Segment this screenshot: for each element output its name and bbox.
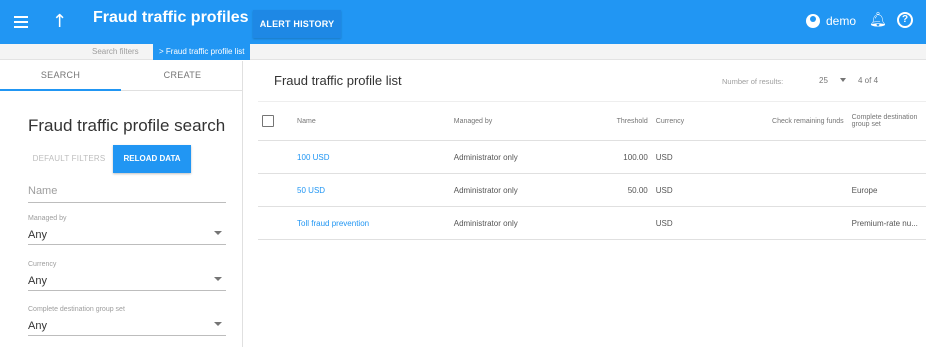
chevron-down-icon [214,277,222,281]
account-circle-icon[interactable] [806,14,820,28]
table-header-row: Name Managed by Threshold Currency Check… [258,101,926,141]
currency-value: Any [28,275,47,287]
search-panel-tabs: SEARCH CREATE [0,61,243,91]
select-all-cell [258,101,294,141]
results-label: Number of results: [722,77,784,86]
profile-name-link[interactable]: Toll fraud prevention [293,206,450,240]
results-per-page-select[interactable]: 25 [819,76,828,85]
managed-by-cell: Administrator only [449,140,584,174]
default-filters-button[interactable]: DEFAULT FILTERS [30,146,108,172]
column-destination-group-set[interactable]: Complete destination group set [847,101,926,141]
column-currency[interactable]: Currency [651,101,724,141]
reload-data-button[interactable]: RELOAD DATA [113,145,191,173]
table-row[interactable]: Toll fraud prevention Administrator only… [258,206,926,240]
arrow-up-icon[interactable]: ↑ [52,11,67,32]
column-threshold[interactable]: Threshold [583,101,652,141]
table-row[interactable]: 50 USD Administrator only 50.00 USD Euro… [258,173,926,207]
column-name[interactable]: Name [293,101,450,141]
checkbox-icon[interactable] [262,115,274,127]
tab-search[interactable]: SEARCH [0,61,121,91]
search-panel: SEARCH CREATE Fraud traffic profile sear… [0,61,243,347]
managed-by-value: Any [28,229,47,241]
bell-icon[interactable]: 🔔︎ [869,12,887,28]
destination-group-set-cell: Premium-rate nu... [847,206,926,240]
check-funds-cell [723,140,848,174]
managed-by-cell: Administrator only [449,206,584,240]
menu-icon[interactable] [14,13,32,31]
breadcrumb: Search filters > Fraud traffic profile l… [0,44,926,60]
check-funds-cell [723,173,848,207]
currency-cell: USD [651,140,724,174]
threshold-cell: 100.00 [583,140,652,174]
chevron-down-icon[interactable] [840,78,846,82]
help-icon[interactable]: ? [897,12,913,28]
destination-group-set-value: Any [28,320,47,332]
tab-create[interactable]: CREATE [122,61,243,91]
top-app-bar: ↑ Fraud traffic profiles ALERT HISTORY d… [0,0,926,44]
page-title: Fraud traffic profiles [93,9,249,26]
currency-label: Currency [28,261,57,268]
threshold-cell: 50.00 [583,173,652,207]
profile-name-link[interactable]: 100 USD [293,140,450,174]
profile-name-link[interactable]: 50 USD [293,173,450,207]
managed-by-label: Managed by [28,215,67,222]
breadcrumb-parent[interactable]: Search filters [92,47,139,56]
results-table: Name Managed by Threshold Currency Check… [258,101,926,240]
user-name[interactable]: demo [826,14,856,28]
destination-group-set-select[interactable]: Complete destination group set Any [28,306,226,336]
destination-group-set-cell: Europe [847,173,926,207]
chevron-down-icon [214,322,222,326]
alert-history-button[interactable]: ALERT HISTORY [253,10,341,38]
search-panel-title: Fraud traffic profile search [28,116,226,135]
currency-select[interactable]: Currency Any [28,261,226,291]
breadcrumb-current: > Fraud traffic profile list [153,44,251,60]
currency-cell: USD [651,173,724,207]
column-managed-by[interactable]: Managed by [449,101,584,141]
list-title: Fraud traffic profile list [274,73,402,88]
destination-group-set-cell [847,140,926,174]
results-count: 4 of 4 [858,76,879,85]
managed-by-cell: Administrator only [449,173,584,207]
table-row[interactable]: 100 USD Administrator only 100.00 USD [258,140,926,174]
currency-cell: USD [651,206,724,240]
check-funds-cell [723,206,848,240]
chevron-down-icon [214,231,222,235]
managed-by-select[interactable]: Managed by Any [28,215,226,245]
name-input[interactable]: Name [28,181,226,203]
destination-group-set-label: Complete destination group set [28,306,125,313]
threshold-cell [583,206,652,240]
results-panel: Fraud traffic profile list Number of res… [244,61,926,347]
column-check-remaining-funds[interactable]: Check remaining funds [723,101,848,141]
